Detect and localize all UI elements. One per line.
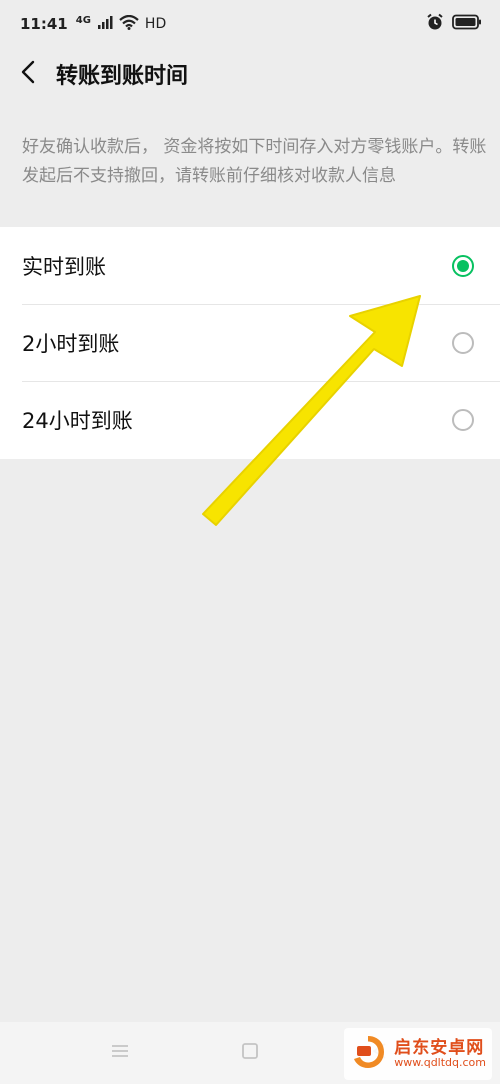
status-bar: 11:41 4G HD [0, 0, 500, 48]
battery-icon [452, 14, 482, 34]
radio-unchecked[interactable] [452, 408, 474, 431]
home-square-icon [241, 1042, 259, 1064]
network-type: 4G [75, 14, 91, 26]
status-right [426, 13, 482, 35]
watermark-logo-icon [348, 1032, 388, 1076]
home-button[interactable] [230, 1033, 270, 1073]
status-left: 11:41 4G HD [20, 14, 167, 34]
watermark: 启东安卓网 www.qdltdq.com [344, 1028, 492, 1080]
alarm-icon [426, 13, 444, 35]
option-24-hours[interactable]: 24小时到账 [0, 381, 500, 458]
menu-icon [110, 1043, 130, 1063]
description-text: 好友确认收款后， 资金将按如下时间存入对方零钱账户。转账发起后不支持撤回，请转账… [22, 137, 487, 186]
option-label: 实时到账 [22, 254, 106, 279]
watermark-text: 启东安卓网 www.qdltdq.com [394, 1037, 486, 1070]
option-label: 24小时到账 [22, 408, 133, 433]
signal-icon [97, 15, 113, 33]
watermark-name: 启东安卓网 [394, 1037, 485, 1058]
radio-unchecked[interactable] [452, 331, 474, 354]
watermark-url: www.qdltdq.com [394, 1056, 486, 1070]
status-time: 11:41 [20, 15, 68, 33]
option-label: 2小时到账 [22, 331, 120, 356]
menu-button[interactable] [100, 1033, 140, 1073]
page-title: 转账到账时间 [56, 64, 189, 89]
wifi-icon [119, 14, 139, 34]
option-2-hours[interactable]: 2小时到账 [0, 304, 500, 381]
option-realtime[interactable]: 实时到账 [0, 227, 500, 304]
hd-label: HD [144, 16, 167, 32]
radio-checked[interactable] [452, 254, 474, 277]
chevron-left-icon [21, 60, 35, 88]
arrival-time-options: 实时到账 2小时到账 24小时到账 [0, 227, 500, 459]
header: 转账到账时间 [0, 48, 500, 100]
back-button[interactable] [0, 48, 56, 100]
